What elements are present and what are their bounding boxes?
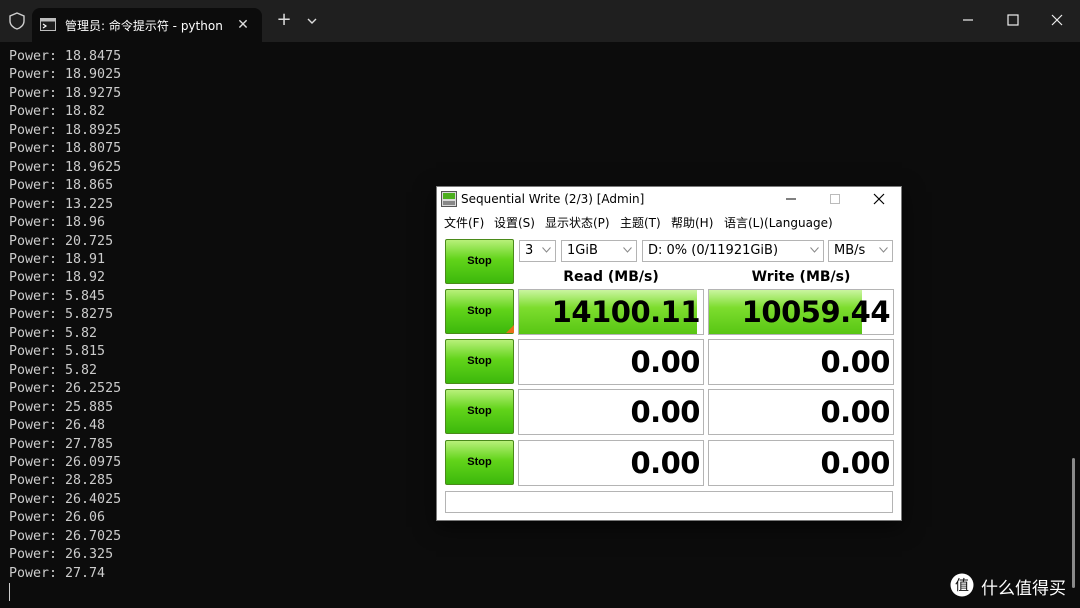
terminal-line: Power: 18.91 bbox=[9, 251, 106, 267]
terminal-line: Power: 26.06 bbox=[9, 510, 106, 526]
read-result-value: 0.00 bbox=[630, 446, 700, 480]
terminal-line: Power: 18.8075 bbox=[9, 141, 122, 157]
chevron-down-icon[interactable] bbox=[304, 13, 320, 29]
write-result-cell: 0.00 bbox=[708, 389, 894, 435]
new-tab-button[interactable]: + bbox=[276, 11, 292, 29]
chevron-down-icon bbox=[542, 247, 551, 253]
tab-command-prompt[interactable]: 管理员: 命令提示符 - python ✕ bbox=[32, 8, 262, 42]
menu-settings[interactable]: 设置(S) bbox=[494, 214, 535, 231]
terminal-line: Power: 26.0975 bbox=[9, 454, 122, 470]
close-icon[interactable] bbox=[871, 191, 887, 207]
read-result-value: 0.00 bbox=[630, 345, 700, 379]
maximize-icon[interactable] bbox=[1003, 10, 1023, 30]
watermark-logo-icon: 值 bbox=[950, 573, 974, 597]
write-result-cell: 0.00 bbox=[708, 440, 894, 486]
watermark-logo-glyph: 值 bbox=[955, 578, 969, 594]
menu-file[interactable]: 文件(F) bbox=[444, 214, 484, 231]
terminal-output[interactable]: Power: 18.8475 Power: 18.9025 Power: 18.92… bbox=[9, 48, 509, 583]
watermark-text: 什么值得买 bbox=[981, 579, 1066, 599]
terminal-line: Power: 5.82 bbox=[9, 325, 98, 341]
chevron-down-icon bbox=[623, 247, 632, 253]
terminal-line: Power: 26.2525 bbox=[9, 381, 122, 397]
maximize-icon[interactable] bbox=[827, 191, 843, 207]
test-count-select[interactable]: 3 bbox=[519, 240, 556, 262]
disk-app-icon bbox=[441, 191, 457, 207]
write-result-cell: 10059.44 bbox=[708, 289, 894, 335]
text-cursor bbox=[9, 583, 10, 601]
unit-select[interactable]: MB/s bbox=[828, 240, 893, 262]
terminal-line: Power: 26.325 bbox=[9, 547, 114, 563]
terminal-line: Power: 25.885 bbox=[9, 399, 114, 415]
terminal-line: Power: 18.8925 bbox=[9, 122, 122, 138]
stop-button-row-1[interactable]: Stop bbox=[445, 289, 514, 334]
status-bar bbox=[445, 491, 893, 513]
tab-close-icon[interactable]: ✕ bbox=[236, 18, 250, 32]
drive-value: D: 0% (0/11921GiB) bbox=[648, 243, 779, 258]
write-result-value: 0.00 bbox=[820, 446, 890, 480]
terminal-line: Power: 27.74 bbox=[9, 565, 106, 581]
menu-language[interactable]: 语言(L)(Language) bbox=[724, 214, 833, 231]
write-result-cell: 0.00 bbox=[708, 339, 894, 385]
cdm-menubar: 文件(F) 设置(S) 显示状态(P) 主题(T) 帮助(H) 语言(L)(La… bbox=[437, 213, 901, 233]
terminal-line: Power: 18.9275 bbox=[9, 85, 122, 101]
test-size-value: 1GiB bbox=[567, 243, 598, 258]
terminal-line: Power: 5.845 bbox=[9, 288, 106, 304]
cdm-title: Sequential Write (2/3) [Admin] bbox=[461, 192, 645, 206]
terminal-titlebar: 管理员: 命令提示符 - python ✕ + bbox=[0, 0, 1080, 42]
terminal-line: Power: 18.9025 bbox=[9, 67, 122, 83]
cdm-titlebar: Sequential Write (2/3) [Admin] bbox=[437, 187, 901, 213]
terminal-line: Power: 26.48 bbox=[9, 418, 106, 434]
terminal-line: Power: 5.82 bbox=[9, 362, 98, 378]
terminal-line: Power: 5.8275 bbox=[9, 307, 114, 323]
shield-icon bbox=[9, 12, 25, 30]
menu-help[interactable]: 帮助(H) bbox=[671, 214, 713, 231]
stop-button-row-3[interactable]: Stop bbox=[445, 389, 514, 434]
progress-indicator bbox=[506, 325, 514, 333]
stop-button-row-2[interactable]: Stop bbox=[445, 339, 514, 384]
read-result-cell: 14100.11 bbox=[518, 289, 704, 335]
stop-all-button[interactable]: Stop bbox=[445, 239, 514, 284]
write-result-value: 0.00 bbox=[820, 395, 890, 429]
minimize-icon[interactable] bbox=[958, 10, 978, 30]
cmd-icon bbox=[40, 18, 56, 31]
terminal-line: Power: 26.7025 bbox=[9, 528, 122, 544]
stop-button-row-4[interactable]: Stop bbox=[445, 440, 514, 485]
terminal-line: Power: 5.815 bbox=[9, 344, 106, 360]
terminal-line: Power: 18.865 bbox=[9, 178, 114, 194]
unit-value: MB/s bbox=[834, 243, 866, 258]
terminal-line: Power: 18.92 bbox=[9, 270, 106, 286]
terminal-line: Power: 26.4025 bbox=[9, 491, 122, 507]
test-size-select[interactable]: 1GiB bbox=[561, 240, 637, 262]
terminal-scrollbar[interactable] bbox=[1072, 458, 1075, 588]
write-result-value: 0.00 bbox=[820, 345, 890, 379]
write-result-value: 10059.44 bbox=[741, 295, 891, 329]
terminal-line: Power: 18.8475 bbox=[9, 49, 122, 64]
menu-theme[interactable]: 主题(T) bbox=[620, 214, 661, 231]
tab-title: 管理员: 命令提示符 - python bbox=[65, 19, 223, 33]
write-column-header: Write (MB/s) bbox=[751, 269, 851, 285]
menu-profile[interactable]: 显示状态(P) bbox=[545, 214, 610, 231]
terminal-line: Power: 18.82 bbox=[9, 104, 106, 120]
crystaldiskmark-window: Sequential Write (2/3) [Admin] 文件(F) 设置(… bbox=[436, 186, 902, 521]
close-icon[interactable] bbox=[1047, 10, 1067, 30]
drive-select[interactable]: D: 0% (0/11921GiB) bbox=[642, 240, 824, 262]
chevron-down-icon bbox=[810, 247, 819, 253]
read-result-cell: 0.00 bbox=[518, 389, 704, 435]
chevron-down-icon bbox=[879, 247, 888, 253]
terminal-line: Power: 20.725 bbox=[9, 233, 114, 249]
terminal-line: Power: 18.96 bbox=[9, 215, 106, 231]
read-column-header: Read (MB/s) bbox=[563, 269, 659, 285]
read-result-value: 0.00 bbox=[630, 395, 700, 429]
read-result-value: 14100.11 bbox=[551, 295, 701, 329]
minimize-icon[interactable] bbox=[783, 191, 799, 207]
read-result-cell: 0.00 bbox=[518, 440, 704, 486]
terminal-line: Power: 18.9625 bbox=[9, 159, 122, 175]
terminal-line: Power: 27.785 bbox=[9, 436, 114, 452]
terminal-line: Power: 28.285 bbox=[9, 473, 114, 489]
test-count-value: 3 bbox=[525, 243, 534, 258]
terminal-line: Power: 13.225 bbox=[9, 196, 114, 212]
read-result-cell: 0.00 bbox=[518, 339, 704, 385]
